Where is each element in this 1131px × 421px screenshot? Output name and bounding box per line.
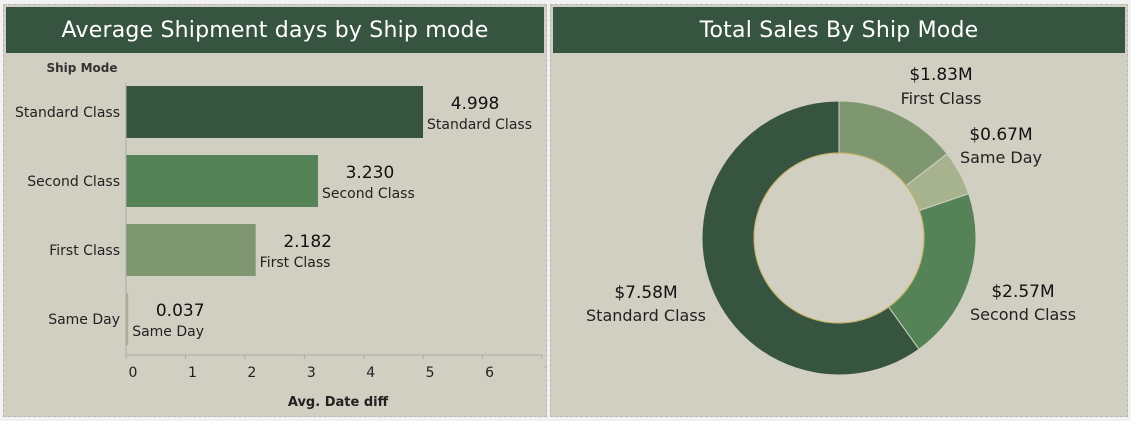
sales-donut-chart: $1.83M First Class $0.67M Same Day $2.57M Sec… [586,65,1076,376]
x-tick-label: 3 [307,365,316,381]
slice-value-label: $1.83M [909,65,972,85]
category-label: Same Day [48,312,120,328]
x-tick-label: 7 [545,365,546,381]
bar [126,224,256,276]
data-value-label: 2.182 [283,232,332,252]
data-value-label: 3.230 [346,163,395,183]
slice-value-label: $7.58M [614,283,677,303]
x-tick-label: 2 [247,365,256,381]
slice-category-label: First Class [901,89,982,108]
y-axis-title: Ship Mode [47,61,118,75]
data-category-label: Same Day [132,324,204,340]
bar [126,86,424,138]
bar [126,155,318,207]
x-tick-label: 4 [366,365,375,381]
x-tick-label: 6 [485,365,494,381]
category-label: First Class [49,243,120,259]
avg-shipment-panel: Average Shipment days by Ship mode Ship … [3,4,547,417]
avg-shipment-title: Average Shipment days by Ship mode [6,7,544,53]
category-label: Standard Class [15,105,120,121]
data-category-label: First Class [260,255,331,271]
sales-title: Total Sales By Ship Mode [553,7,1125,53]
slice-category-label: Second Class [970,305,1076,324]
data-value-label: 4.998 [451,94,500,114]
data-category-label: Second Class [322,186,415,202]
sales-panel: Total Sales By Ship Mode $1.83M First Cla… [550,4,1128,417]
x-axis-title: Avg. Date diff [288,395,389,410]
x-tick-label: 0 [129,365,138,381]
slice-value-label: $2.57M [991,282,1054,302]
category-label: Second Class [27,174,120,190]
data-category-label: Standard Class [427,117,532,133]
slice-category-label: Standard Class [586,306,706,325]
x-tick-label: 5 [426,365,435,381]
data-value-label: 0.037 [156,301,205,321]
donut-hole [753,152,925,324]
x-tick-label: 1 [188,365,197,381]
avg-shipment-bar-chart: Ship Mode Standard Class 4.998 Standard Cla… [15,61,546,410]
slice-category-label: Same Day [960,148,1042,167]
slice-value-label: $0.67M [969,125,1032,145]
